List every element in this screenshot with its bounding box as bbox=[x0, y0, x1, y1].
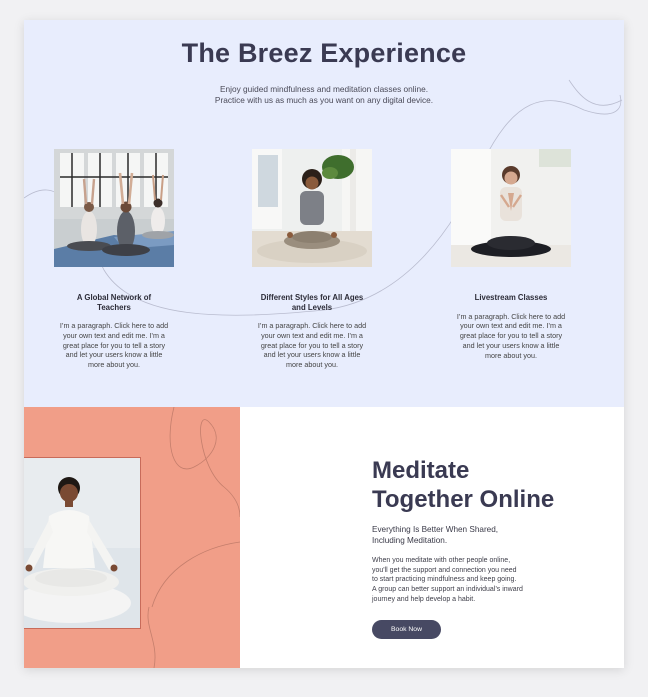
subtitle-line: Including Meditation. bbox=[372, 536, 448, 545]
title-line: Together Online bbox=[372, 486, 555, 513]
body-line: journey and help develop a habit. bbox=[372, 595, 476, 603]
body-line: A group can better support an individual… bbox=[372, 586, 523, 594]
prayer-pose-photo bbox=[451, 149, 571, 267]
feature-card: A Global Network of Teachers I’m a parag… bbox=[48, 149, 180, 370]
subtitle-line: Practice with us as much as you want on … bbox=[214, 95, 434, 105]
subtitle-line: Enjoy guided mindfulness and meditation … bbox=[219, 84, 428, 94]
meditate-content: Meditate Together Online Everything Is B… bbox=[240, 407, 624, 668]
subtitle-line: Everything Is Better When Shared, bbox=[372, 525, 499, 534]
body-line: to start practicing mindfulness and keep… bbox=[372, 576, 517, 584]
title-line: Meditate bbox=[372, 457, 470, 484]
seated-meditation-photo bbox=[252, 149, 372, 267]
meditate-subtitle: Everything Is Better When Shared, Includ… bbox=[372, 524, 572, 546]
yoga-class-photo bbox=[54, 149, 174, 267]
body-line: When you meditate with other people onli… bbox=[372, 557, 511, 564]
feature-card: Livestream Classes I’m a paragraph. Clic… bbox=[445, 149, 577, 360]
card-title: Different Styles for All Ages and Levels bbox=[260, 293, 364, 312]
experience-section: The Breez Experience Enjoy guided mindfu… bbox=[24, 20, 624, 407]
card-title: A Global Network of Teachers bbox=[76, 293, 152, 312]
book-now-button[interactable]: Book Now bbox=[372, 620, 441, 639]
meditate-title: Meditate Together Online bbox=[372, 456, 602, 514]
section-subtitle: Enjoy guided mindfulness and meditation … bbox=[24, 84, 624, 106]
card-body[interactable]: I’m a paragraph. Click here to add your … bbox=[456, 312, 566, 361]
card-body[interactable]: I’m a paragraph. Click here to add your … bbox=[59, 321, 169, 370]
body-line: you'll get the support and connection yo… bbox=[372, 566, 517, 574]
section-title: The Breez Experience bbox=[181, 38, 467, 68]
card-title: Livestream Classes bbox=[474, 293, 548, 302]
meditate-body: When you meditate with other people onli… bbox=[372, 556, 572, 605]
meditate-image-panel bbox=[24, 407, 240, 668]
smiling-meditator-photo bbox=[24, 457, 141, 629]
page-container: The Breez Experience Enjoy guided mindfu… bbox=[24, 20, 624, 668]
feature-card: Different Styles for All Ages and Levels… bbox=[246, 149, 378, 370]
card-body[interactable]: I’m a paragraph. Click here to add your … bbox=[257, 321, 367, 370]
